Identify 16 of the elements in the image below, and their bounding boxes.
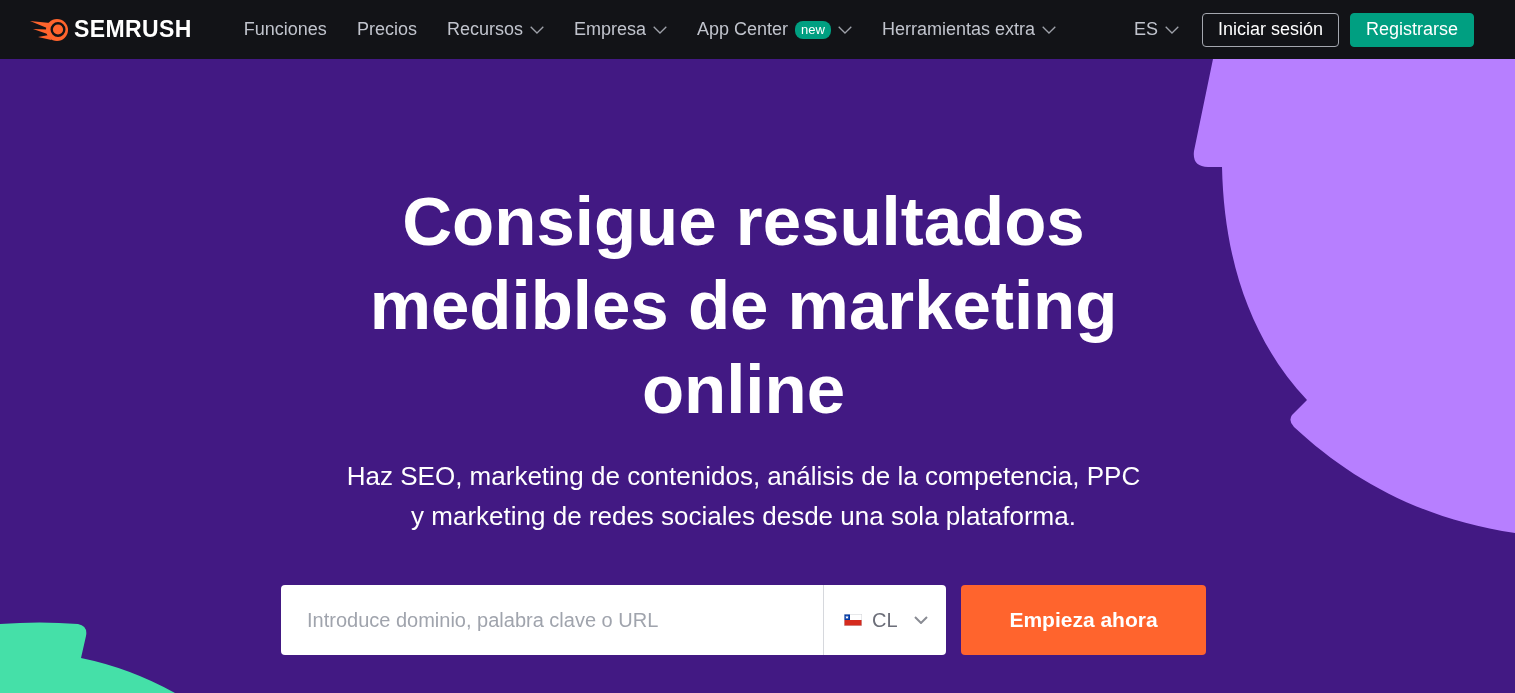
home-logo-link[interactable]: SEMRUSH [30,16,192,43]
nav-link[interactable]: App Center new [696,19,852,40]
comet-logo-icon [30,17,68,42]
nav-link[interactable]: Funciones [243,19,327,40]
hero-headline: Consigue resultados medibles de marketing online [368,182,1119,430]
label-badge: new [795,20,831,39]
nav-link[interactable]: Precios [356,19,417,40]
search-field[interactable]: Introduce dominio, palabra clave o URL [281,585,823,655]
nav-link[interactable]: Herramientas extra [881,19,1056,40]
flag-icon [844,614,862,626]
nav-link[interactable]: Recursos [446,19,544,40]
hero-subtitle: Haz SEO, marketing de contenidos, análisis de la competencia, PPC y marketing de redes sociales desde una sola plataforma. [345,460,1142,533]
country-selector[interactable]: CL [823,585,946,655]
nav-link[interactable]: Empresa [573,19,667,40]
language-selector[interactable]: ES [1133,19,1179,40]
login-button[interactable]: Iniciar sesión [1201,12,1339,47]
